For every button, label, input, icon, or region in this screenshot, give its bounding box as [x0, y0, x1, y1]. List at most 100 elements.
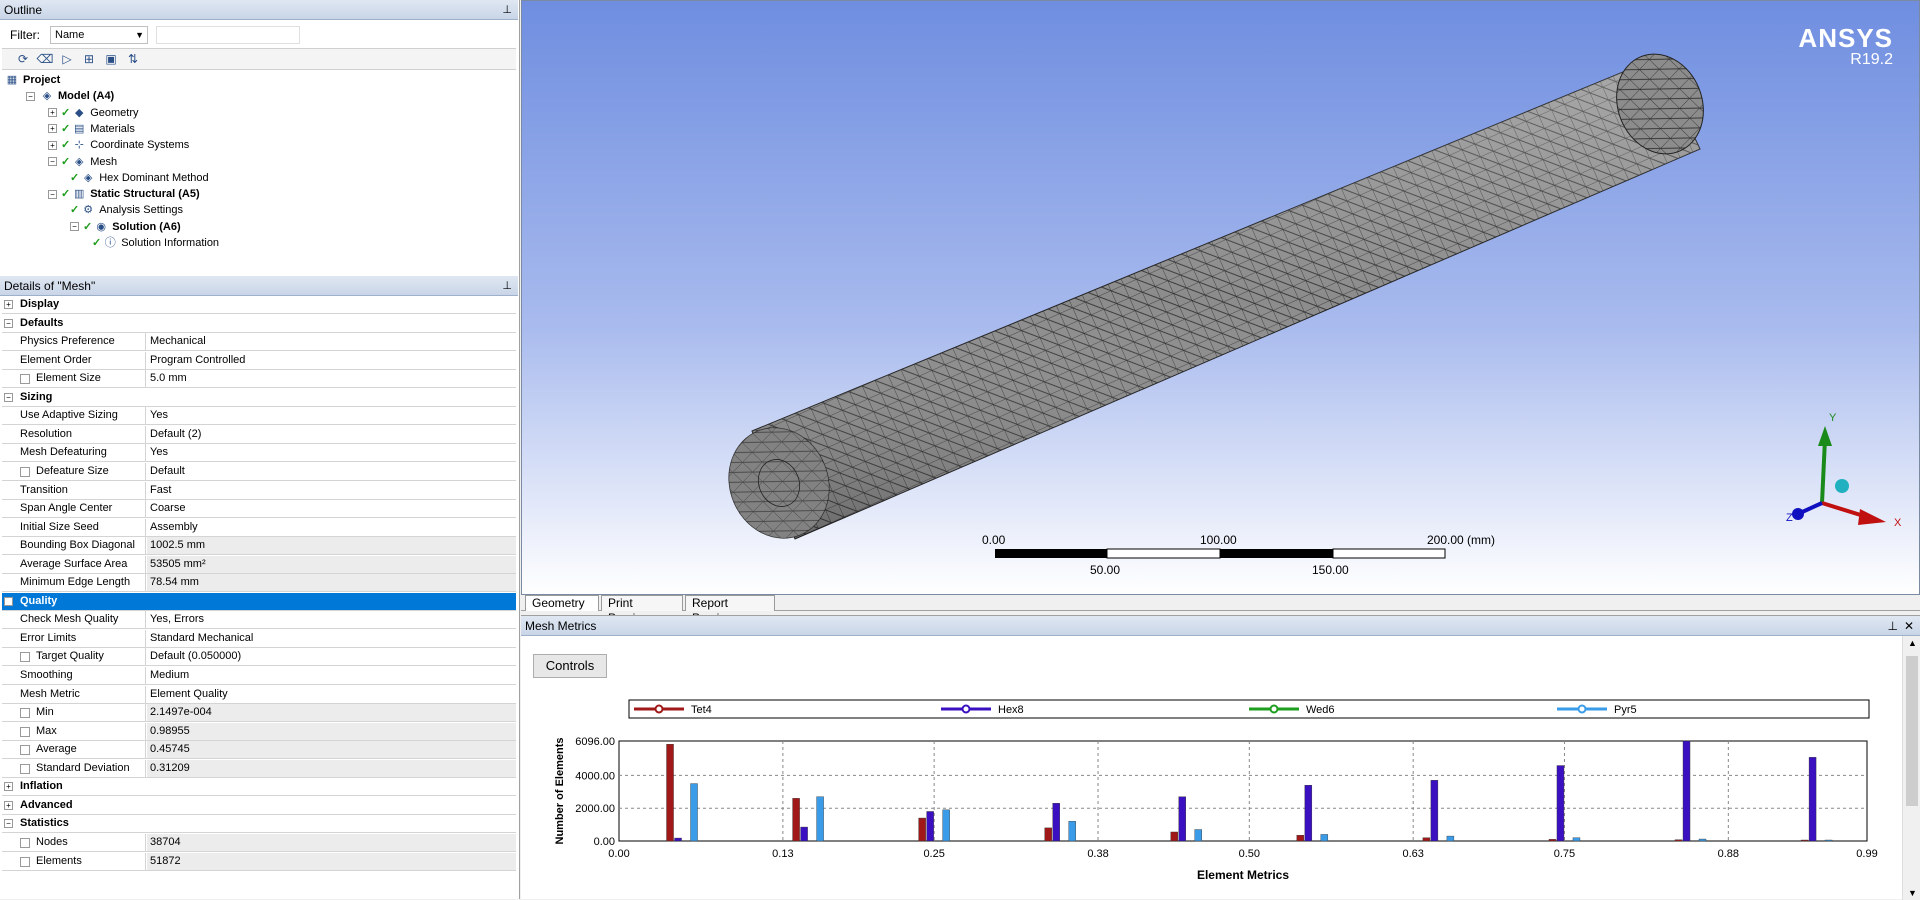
scroll-down-icon[interactable]: ▼ [1908, 888, 1917, 898]
graphics-viewport[interactable]: ANSYS R19.2 0.00 100.00 200.00 (mm) 50.0… [521, 0, 1920, 595]
expand-icon[interactable]: + [48, 140, 57, 150]
details-row-value[interactable]: Standard Mechanical [147, 630, 516, 647]
details-row-value[interactable]: Yes [147, 407, 516, 424]
details-row-value[interactable]: Default (0.050000) [147, 648, 516, 665]
tree-item[interactable]: − ◈ Model (A4) [26, 88, 114, 104]
details-row-value[interactable]: 0.45745 [147, 741, 516, 759]
details-row-value[interactable]: Default (2) [147, 426, 516, 443]
details-row-value[interactable]: 0.98955 [147, 722, 516, 740]
details-row[interactable]: Elements 51872 [2, 852, 516, 871]
details-row[interactable]: Smoothing Medium [2, 667, 516, 685]
details-row[interactable]: Error Limits Standard Mechanical [2, 629, 516, 648]
tree-item[interactable]: + ✓ ◆ Geometry [48, 105, 139, 121]
details-row[interactable]: Average Surface Area 53505 mm² [2, 555, 516, 574]
details-row[interactable]: Minimum Edge Length 78.54 mm [2, 574, 516, 593]
pin-icon[interactable]: ⊥ [502, 0, 512, 20]
collapse-icon[interactable]: − [4, 392, 13, 402]
details-row[interactable]: Check Mesh Quality Yes, Errors [2, 611, 516, 630]
tab-print-preview[interactable]: Print Preview [601, 595, 683, 625]
details-row[interactable]: Initial Size Seed Assembly [2, 518, 516, 537]
details-row[interactable]: Physics Preference Mechanical [2, 333, 516, 352]
tree-item[interactable]: ▦ Project [4, 72, 61, 88]
details-category[interactable]: − Sizing [2, 389, 516, 407]
details-row[interactable]: Mesh Metric Element Quality [2, 685, 516, 704]
collapse-icon[interactable]: − [4, 318, 13, 328]
expand-icon[interactable]: + [48, 124, 57, 134]
tree-item[interactable]: − ✓ ◈ Mesh [48, 154, 117, 170]
details-row[interactable]: Target Quality Default (0.050000) [2, 648, 516, 667]
details-row[interactable]: Nodes 38704 [2, 833, 516, 852]
tree-item[interactable]: − ✓ ◉ Solution (A6) [70, 219, 181, 235]
details-row[interactable]: Min 2.1497e-004 [2, 704, 516, 723]
folder-icon[interactable]: ▣ [102, 51, 120, 68]
tree-item[interactable]: + ✓ ▤ Materials [48, 121, 135, 137]
details-row-value[interactable]: 51872 [147, 852, 516, 870]
details-row-value[interactable]: Yes [147, 444, 516, 461]
expand-icon[interactable]: + [4, 300, 13, 309]
refresh-icon[interactable]: ⟳ [14, 51, 32, 68]
tree-item[interactable]: ✓ ◈ Hex Dominant Method [70, 170, 209, 186]
pin-icon[interactable]: ⊥ [502, 276, 512, 296]
details-row-value[interactable]: Element Quality [147, 686, 516, 703]
details-row-value[interactable]: Yes, Errors [147, 611, 516, 628]
details-category[interactable]: − Defaults [2, 315, 516, 333]
details-row[interactable]: Transition Fast [2, 481, 516, 500]
collapse-icon[interactable]: − [48, 189, 57, 199]
details-row-value[interactable]: 1002.5 mm [147, 537, 516, 555]
tree-item[interactable]: − ✓ ▥ Static Structural (A5) [48, 186, 200, 202]
details-row[interactable]: Average 0.45745 [2, 741, 516, 760]
axis-triad[interactable]: Y X Z [1786, 412, 1902, 529]
collapse-icon[interactable]: − [48, 157, 57, 167]
collapse-icon[interactable]: − [26, 91, 35, 101]
details-category[interactable]: + Advanced [2, 797, 516, 815]
details-row-value[interactable]: Program Controlled [147, 352, 516, 369]
details-row-value[interactable]: 53505 mm² [147, 555, 516, 573]
filter-search-input[interactable] [156, 26, 300, 44]
details-row[interactable]: Max 0.98955 [2, 722, 516, 741]
details-row[interactable]: Element Size 5.0 mm [2, 370, 516, 389]
vertical-scrollbar[interactable]: ▲ ▼ [1902, 636, 1920, 900]
details-row-value[interactable]: Assembly [147, 519, 516, 536]
expand-icon[interactable]: + [4, 800, 13, 810]
filter-select[interactable]: Name ▼ [50, 26, 148, 44]
details-row[interactable]: Standard Deviation 0.31209 [2, 759, 516, 778]
tree-item[interactable]: ✓ ⚙ Analysis Settings [70, 202, 183, 218]
tree-item[interactable]: ✓ ⓘ Solution Information [92, 235, 219, 251]
collapse-icon[interactable]: − [70, 222, 79, 232]
details-row-value[interactable]: Medium [147, 667, 516, 684]
details-row-value[interactable]: Coarse [147, 500, 516, 517]
details-row-value[interactable]: 2.1497e-004 [147, 704, 516, 722]
tab-geometry[interactable]: Geometry [525, 595, 599, 611]
details-category[interactable]: + Inflation [2, 778, 516, 797]
expand-icon[interactable]: + [48, 108, 57, 118]
details-row[interactable]: Use Adaptive Sizing Yes [2, 407, 516, 426]
pin-icon[interactable]: ⊥ [1888, 616, 1898, 636]
details-category[interactable]: + Display [2, 296, 516, 314]
tree-item[interactable]: + ✓ ⊹ Coordinate Systems [48, 137, 189, 153]
details-row[interactable]: Mesh Defeaturing Yes [2, 444, 516, 463]
go-to-icon[interactable]: ▷ [58, 51, 76, 68]
details-row-value[interactable]: 78.54 mm [147, 574, 516, 592]
details-row[interactable]: Resolution Default (2) [2, 425, 516, 444]
details-row-value[interactable]: 0.31209 [147, 759, 516, 777]
details-row[interactable]: Element Order Program Controlled [2, 351, 516, 370]
collapse-icon[interactable]: − [4, 596, 13, 606]
eraser-icon[interactable]: ⌫ [36, 51, 54, 68]
close-icon[interactable]: ✕ [1904, 616, 1914, 636]
scroll-up-icon[interactable]: ▲ [1908, 638, 1917, 648]
details-row[interactable]: Defeature Size Default [2, 462, 516, 481]
scrollbar-thumb[interactable] [1906, 656, 1918, 806]
details-row-value[interactable]: 5.0 mm [147, 370, 516, 387]
details-row[interactable]: Bounding Box Diagonal 1002.5 mm [2, 537, 516, 556]
tab-report-preview[interactable]: Report Preview [685, 595, 775, 625]
expand-all-icon[interactable]: ⊞ [80, 51, 98, 68]
sort-az-icon[interactable]: ⇅ [124, 51, 142, 68]
details-category[interactable]: − Statistics [2, 815, 516, 834]
expand-icon[interactable]: + [4, 782, 13, 792]
details-row-value[interactable]: Fast [147, 482, 516, 499]
collapse-icon[interactable]: − [4, 819, 13, 829]
details-row-value[interactable]: Mechanical [147, 333, 516, 350]
details-category[interactable]: − Quality [2, 592, 516, 611]
details-row-value[interactable]: 38704 [147, 833, 516, 851]
details-row[interactable]: Span Angle Center Coarse [2, 500, 516, 519]
